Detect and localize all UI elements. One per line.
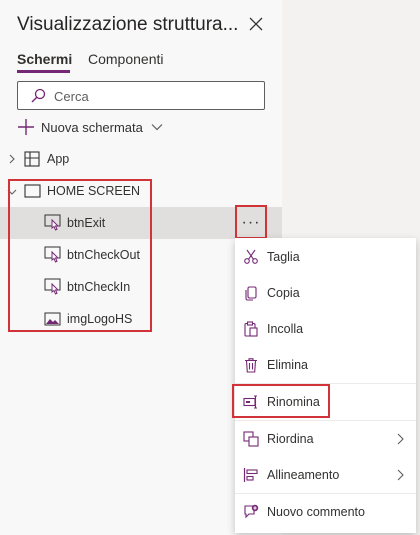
chevron-right-icon	[9, 154, 15, 164]
menu-item-label: Elimina	[267, 358, 308, 372]
menu-item-incolla[interactable]: Incolla	[235, 311, 416, 347]
more-options-button[interactable]: ···	[236, 208, 266, 238]
align-icon	[243, 468, 258, 482]
close-icon[interactable]	[246, 14, 266, 34]
new-screen-button[interactable]: Nuova schermata	[17, 117, 163, 137]
tree-item-label: App	[47, 152, 70, 166]
chevron-right-icon	[397, 469, 404, 481]
comment-icon	[244, 504, 259, 519]
tab-active-indicator	[17, 70, 70, 73]
menu-item-label: Copia	[267, 286, 300, 300]
paste-icon	[244, 321, 258, 337]
plus-icon	[18, 119, 34, 135]
highlight-box-rename	[232, 384, 330, 418]
menu-item-label: Nuovo commento	[267, 505, 365, 519]
new-screen-label: Nuova schermata	[41, 119, 143, 135]
menu-item-allineamento[interactable]: Allineamento	[235, 457, 416, 493]
panel-title: Visualizzazione struttura...	[17, 14, 239, 35]
menu-item-copia[interactable]: Copia	[235, 275, 416, 311]
tree-item-app[interactable]: App	[0, 143, 282, 175]
chevron-down-icon	[151, 124, 163, 131]
scissors-icon	[244, 249, 258, 264]
tab-schermi[interactable]: Schermi	[17, 51, 72, 67]
tab-componenti[interactable]: Componenti	[88, 51, 164, 67]
menu-item-taglia[interactable]: Taglia	[235, 239, 416, 275]
app-icon	[24, 151, 40, 167]
menu-item-label: Riordina	[267, 432, 314, 446]
menu-item-label: Allineamento	[267, 468, 340, 482]
search-icon	[31, 88, 46, 103]
search-input[interactable]	[54, 86, 254, 106]
menu-item-nuovo-commento[interactable]: Nuovo commento	[235, 494, 416, 530]
menu-item-label: Incolla	[267, 322, 304, 336]
menu-item-riordina[interactable]: Riordina	[235, 421, 416, 457]
copy-icon	[245, 286, 257, 301]
reorder-icon	[243, 431, 259, 447]
chevron-right-icon	[397, 433, 404, 445]
menu-item-elimina[interactable]: Elimina	[235, 347, 416, 383]
trash-icon	[245, 358, 257, 373]
search-box[interactable]	[17, 81, 265, 110]
menu-item-label: Taglia	[267, 250, 300, 264]
highlight-box-tree	[8, 179, 152, 332]
